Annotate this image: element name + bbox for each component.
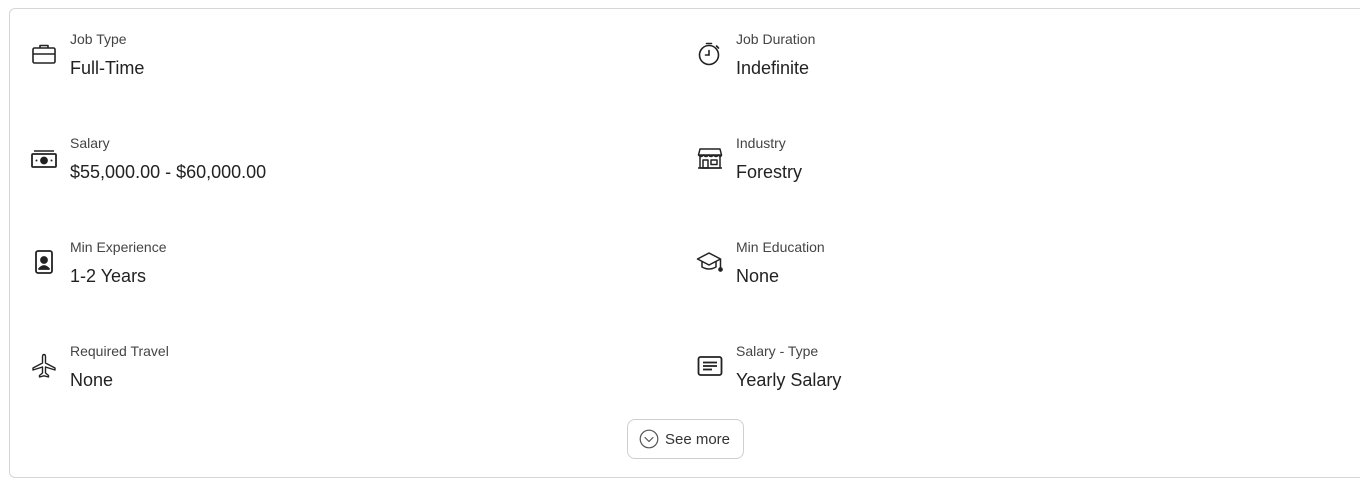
detail-value: Indefinite: [736, 58, 810, 78]
detail-label: Required Travel: [70, 343, 169, 359]
detail-value: None: [70, 370, 114, 390]
document-lines-icon: [696, 352, 724, 380]
chevron-down-circle-icon: [639, 429, 659, 449]
see-more-button[interactable]: See more: [627, 419, 744, 459]
detail-value: Forestry: [736, 162, 803, 182]
detail-label: Salary: [70, 135, 110, 151]
detail-label: Job Type: [70, 31, 127, 47]
detail-value: 1-2 Years: [70, 266, 147, 286]
graduation-cap-icon: [696, 248, 724, 276]
stopwatch-icon: [696, 40, 724, 68]
detail-label: Min Education: [736, 239, 825, 255]
see-more-label: See more: [664, 430, 731, 448]
detail-label: Salary - Type: [736, 343, 819, 359]
detail-value: $55,000.00 - $60,000.00: [70, 162, 267, 182]
detail-value: None: [736, 266, 780, 286]
briefcase-icon: [30, 40, 58, 68]
detail-label: Job Duration: [736, 31, 816, 47]
detail-label: Min Experience: [70, 239, 167, 255]
banknote-icon: [30, 144, 58, 172]
detail-value: Yearly Salary: [736, 370, 842, 390]
detail-label: Industry: [736, 135, 786, 151]
id-badge-icon: [30, 248, 58, 276]
storefront-icon: [696, 144, 724, 172]
detail-value: Full-Time: [70, 58, 145, 78]
airplane-icon: [30, 352, 58, 380]
job-details-card: [9, 8, 1360, 478]
